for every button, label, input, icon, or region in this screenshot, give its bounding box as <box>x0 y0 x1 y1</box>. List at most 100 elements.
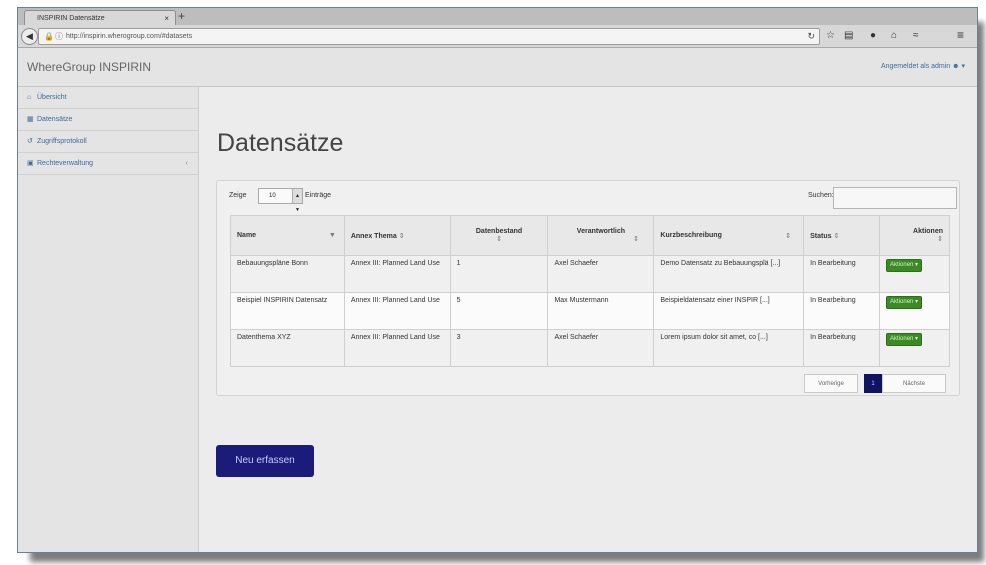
info-icon[interactable]: ⓘ <box>55 29 63 44</box>
browser-window: INSPIRIN Datensätze × + ◀ 🔒 ⓘ http://ins… <box>17 7 978 553</box>
sidebar: ⌂ Übersicht ▦ Datensätze ↺ Zugriffsproto… <box>18 87 199 552</box>
sort-icon: ⇕ <box>496 236 502 243</box>
length-label: Zeige <box>229 192 247 199</box>
pagination-next[interactable]: Nächste <box>882 374 946 393</box>
user-menu[interactable]: Angemeldet als admin ☻ ▾ <box>881 62 965 70</box>
column-header-verantwortlich[interactable]: Verantwortlich ⇕ <box>547 215 655 256</box>
sort-icon: ⇕ <box>833 232 840 240</box>
table-row: Beispiel INSPIRIN Datensatz Annex III: P… <box>230 292 950 330</box>
menu-icon[interactable]: ≡ <box>957 28 964 43</box>
main-content: Datensätze Zeige 10 ▲▼ Einträge Suchen: <box>199 87 977 552</box>
entries-per-page-value: 10 <box>269 193 276 199</box>
column-header-label: Aktionen <box>913 228 943 235</box>
cell-name: Bebauungspläne Bonn <box>230 255 345 293</box>
sidebar-item-zugriffsprotokoll[interactable]: ↺ Zugriffsprotokoll <box>18 131 198 153</box>
database-icon: ▦ <box>27 116 34 123</box>
url-bar[interactable]: 🔒 ⓘ http://inspirin.wherogroup.com/#data… <box>38 28 820 45</box>
column-header-datenbestand[interactable]: Datenbestand ⇕ <box>449 215 549 256</box>
column-header-label: Verantwortlich <box>576 228 626 235</box>
cell-bestand: 3 <box>449 329 549 367</box>
cell-status: In Bearbeitung <box>803 329 881 367</box>
caret-down-icon: ▾ <box>961 63 965 70</box>
new-tab-icon[interactable]: + <box>178 9 185 24</box>
sidebar-item-label: Zugriffsprotokoll <box>37 138 87 145</box>
user-icon: ☻ <box>952 63 960 70</box>
length-suffix: Einträge <box>305 192 332 199</box>
page-title: Datensätze <box>217 129 344 157</box>
bookmarks-icon[interactable]: ▤ <box>844 28 853 43</box>
search-input[interactable] <box>833 187 957 209</box>
cell-verantwortlich: Axel Schaefer <box>547 329 655 367</box>
lock-icon: 🔒 <box>44 32 54 41</box>
datasets-table: Name ▼ Annex Thema ⇕ Datenbestand ⇕ Vera… <box>230 215 950 367</box>
sort-icon: ⇕ <box>632 236 639 243</box>
home-icon[interactable]: ⌂ <box>891 28 897 43</box>
tab-strip: INSPIRIN Datensätze × + <box>18 8 977 26</box>
sort-icon: ⇕ <box>785 233 792 240</box>
close-tab-icon[interactable]: × <box>164 11 169 26</box>
pocket-icon[interactable]: ● <box>870 28 876 43</box>
pagination-previous[interactable]: Vorherige <box>804 374 858 393</box>
column-header-aktionen[interactable]: Aktionen ⇕ <box>879 215 950 256</box>
column-header-label: Datenbestand <box>475 228 523 235</box>
search-label: Suchen: <box>808 192 834 199</box>
browser-tab[interactable]: INSPIRIN Datensätze × <box>24 10 176 26</box>
cell-aktionen: Aktionen ▾ <box>879 329 950 367</box>
pagination-page-1[interactable]: 1 <box>864 374 882 393</box>
column-header-label: Annex Thema <box>350 232 397 240</box>
cell-aktionen: Aktionen ▾ <box>879 292 950 330</box>
table-header-row: Name ▼ Annex Thema ⇕ Datenbestand ⇕ Vera… <box>230 215 950 256</box>
cell-verantwortlich: Axel Schaefer <box>547 255 655 293</box>
column-header-kurzbeschreibung[interactable]: Kurzbeschreibung ⇕ <box>653 215 805 256</box>
table-row: Bebauungspläne Bonn Annex III: Planned L… <box>230 255 950 293</box>
actions-dropdown-button[interactable]: Aktionen ▾ <box>886 296 923 309</box>
sidebar-item-datensaetze[interactable]: ▦ Datensätze <box>18 109 198 131</box>
chevron-left-icon: ‹ <box>185 160 188 167</box>
app-brand[interactable]: WhereGroup INSPIRIN <box>27 60 151 74</box>
cell-name: Beispiel INSPIRIN Datensatz <box>230 292 345 330</box>
actions-dropdown-button[interactable]: Aktionen ▾ <box>886 259 923 272</box>
cell-bestand: 1 <box>449 255 549 293</box>
app-navbar: WhereGroup INSPIRIN Angemeldet als admin… <box>18 48 977 87</box>
column-header-label: Kurzbeschreibung <box>660 232 722 239</box>
reload-icon[interactable]: ↻ <box>807 29 815 44</box>
cell-status: In Bearbeitung <box>803 255 881 293</box>
cell-annex: Annex III: Planned Land Use <box>343 329 451 367</box>
sort-icon: ⇕ <box>398 232 405 240</box>
datatable-panel: Zeige 10 ▲ ▼ Einträge Suchen: Name ▼ Ann… <box>216 180 960 396</box>
sidebar-item-label: Übersicht <box>37 94 67 101</box>
sidebar-item-rechteverwaltung[interactable]: ▣ Rechteverwaltung ‹ <box>18 153 198 175</box>
sidebar-item-label: Datensätze <box>37 116 73 123</box>
cell-aktionen: Aktionen ▾ <box>879 255 950 293</box>
cell-name: Datenthema XYZ <box>230 329 345 367</box>
column-header-name[interactable]: Name ▼ <box>230 215 345 256</box>
cell-beschreibung: Lorem ipsum dolor sit amet, co [...] <box>653 329 805 367</box>
entries-per-page-select[interactable]: 10 ▲ ▼ <box>258 188 303 213</box>
actions-dropdown-button[interactable]: Aktionen ▾ <box>886 333 923 346</box>
cell-bestand: 5 <box>449 292 549 330</box>
cell-status: In Bearbeitung <box>803 292 881 330</box>
cell-annex: Annex III: Planned Land Use <box>343 255 451 293</box>
sort-desc-icon: ▼ <box>328 232 336 239</box>
cell-beschreibung: Beispieldatensatz einer INSPIR [...] <box>653 292 805 330</box>
column-header-status[interactable]: Status ⇕ <box>803 215 881 256</box>
sort-icon: ⇕ <box>937 236 943 243</box>
cell-beschreibung: Demo Datensatz zu Bebauungsplä [...] <box>653 255 805 293</box>
navigation-toolbar: ◀ 🔒 ⓘ http://inspirin.wherogroup.com/#da… <box>18 25 977 48</box>
new-dataset-button[interactable]: Neu erfassen <box>216 445 314 477</box>
cell-verantwortlich: Max Mustermann <box>547 292 655 330</box>
select-arrows-icon: ▲ ▼ <box>292 189 302 213</box>
back-icon[interactable]: ◀ <box>21 28 38 45</box>
extensions-icon[interactable]: ≈ <box>913 28 919 43</box>
column-header-label: Name <box>237 232 257 239</box>
history-icon: ↺ <box>27 138 33 145</box>
star-icon[interactable]: ☆ <box>826 28 835 43</box>
users-icon: ▣ <box>27 160 34 167</box>
url-text[interactable]: http://inspirin.wherogroup.com/#datasets <box>66 29 192 44</box>
column-header-annex[interactable]: Annex Thema ⇕ <box>343 215 451 256</box>
sidebar-item-uebersicht[interactable]: ⌂ Übersicht <box>18 87 198 109</box>
cell-annex: Annex III: Planned Land Use <box>343 292 451 330</box>
web-page: WhereGroup INSPIRIN Angemeldet als admin… <box>18 48 977 552</box>
sidebar-item-label: Rechteverwaltung <box>37 160 94 167</box>
column-header-label: Status <box>810 232 832 240</box>
